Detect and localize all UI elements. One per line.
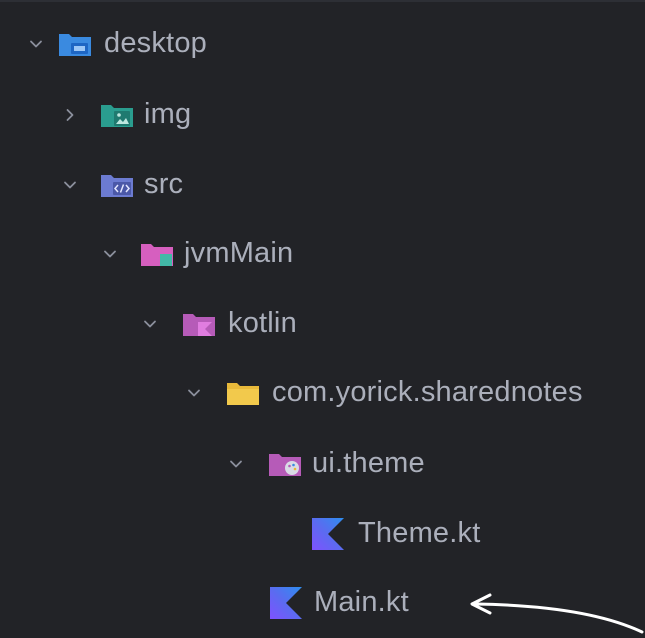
- tree-item-package-com-yorick-sharednotes[interactable]: com.yorick.sharednotes: [0, 358, 645, 428]
- chevron-down-icon[interactable]: [186, 385, 202, 401]
- theme-package-icon: [269, 454, 301, 476]
- kotlin-file-icon: [270, 587, 302, 619]
- tree-item-label: com.yorick.sharednotes: [272, 375, 583, 408]
- tree-item-file-theme-kt[interactable]: Theme.kt: [0, 499, 645, 569]
- chevron-down-icon[interactable]: [142, 316, 158, 332]
- kotlin-source-root-icon: [183, 314, 215, 336]
- source-folder-icon: [101, 175, 133, 197]
- tree-item-src[interactable]: src: [0, 150, 645, 220]
- chevron-down-icon[interactable]: [28, 36, 44, 52]
- chevron-down-icon[interactable]: [62, 177, 78, 193]
- tree-item-label: img: [144, 97, 192, 130]
- project-tree-panel: desktop img src jvmMain kotlin com.yoric…: [0, 0, 645, 638]
- package-folder-icon: [227, 383, 259, 405]
- tree-item-jvmmain[interactable]: jvmMain: [0, 219, 645, 289]
- tree-item-img[interactable]: img: [0, 80, 645, 150]
- tree-item-package-ui-theme[interactable]: ui.theme: [0, 429, 645, 499]
- tree-item-kotlin[interactable]: kotlin: [0, 289, 645, 359]
- tree-item-label: Main.kt: [314, 585, 409, 618]
- tree-item-label: Theme.kt: [358, 516, 481, 549]
- tree-item-label: src: [144, 167, 184, 200]
- tree-item-label: kotlin: [228, 306, 297, 339]
- chevron-down-icon[interactable]: [228, 456, 244, 472]
- chevron-right-icon[interactable]: [62, 107, 78, 123]
- tree-item-label: ui.theme: [312, 446, 425, 479]
- kotlin-file-icon: [312, 518, 344, 550]
- module-folder-icon: [59, 34, 91, 56]
- resources-folder-icon: [101, 105, 133, 127]
- tree-item-label: jvmMain: [184, 236, 294, 269]
- source-set-folder-icon: [141, 244, 173, 266]
- tree-item-label: desktop: [104, 26, 207, 59]
- chevron-down-icon[interactable]: [102, 246, 118, 262]
- tree-item-file-main-kt[interactable]: Main.kt: [0, 568, 645, 638]
- tree-item-desktop[interactable]: desktop: [0, 9, 645, 79]
